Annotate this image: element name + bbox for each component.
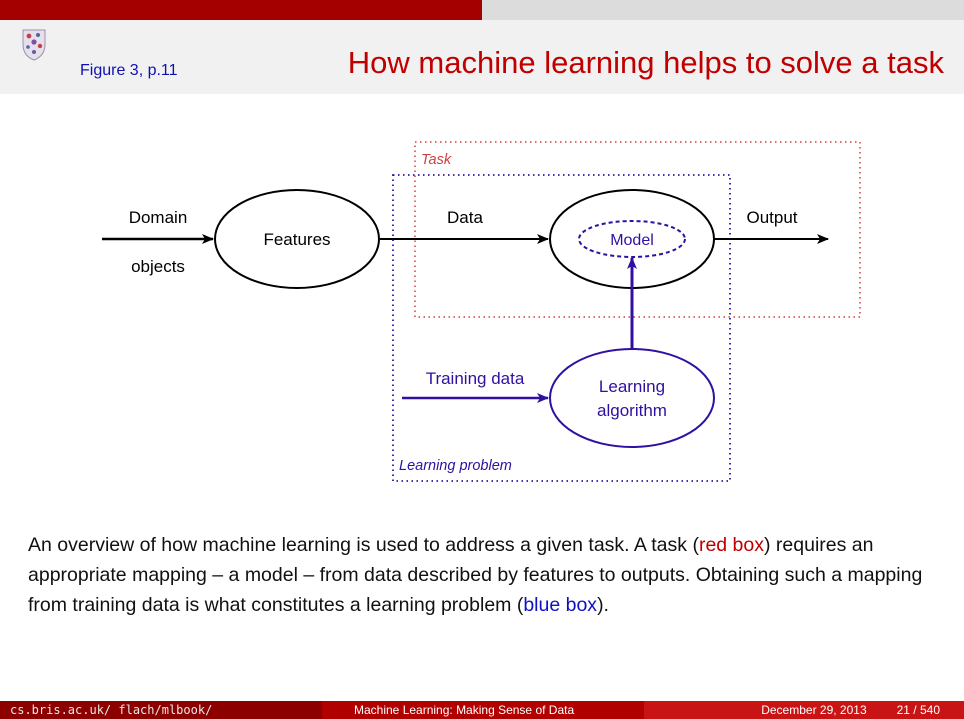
training-data-label: Training data [426,369,525,388]
model-label: Model [610,232,654,249]
caption-red-box: red box [698,534,764,556]
objects-label: objects [131,257,185,276]
university-crest-icon [22,29,46,61]
footer-date: December 29, 2013 [761,703,867,717]
slide-footer: cs.bris.ac.uk/ flach/mlbook/ Machine Lea… [0,701,964,719]
footer-info: December 29, 2013 21 / 540 [644,701,964,719]
figure-reference: Figure 3, p.11 [80,62,178,79]
learning-algorithm-node [549,348,715,448]
top-bar-right [482,0,964,20]
slide-title: How machine learning helps to solve a ta… [347,45,944,80]
data-label: Data [447,208,483,227]
learning-label: Learning [599,377,665,396]
task-label: Task [421,152,452,168]
top-bar-left [0,0,482,20]
caption-part-3: ). [597,594,609,616]
top-progress-bar [0,0,964,20]
figure-caption: An overview of how machine learning is u… [28,530,943,620]
slide: Figure 3, p.11 How machine learning help… [0,0,964,719]
footer-url[interactable]: cs.bris.ac.uk/ flach/mlbook/ [0,701,322,719]
domain-label: Domain [129,208,188,227]
ml-task-diagram: Task Learning problem Domain objects Fea… [102,141,861,482]
features-label: Features [263,230,330,249]
caption-blue-box: blue box [523,594,598,616]
caption-part-1: An overview of how machine learning is u… [28,534,699,556]
algorithm-label: algorithm [597,401,667,420]
learning-problem-label: Learning problem [399,458,512,474]
slide-header: Figure 3, p.11 How machine learning help… [0,20,964,94]
footer-book-title: Machine Learning: Making Sense of Data [322,701,644,719]
output-label: Output [746,208,797,227]
footer-page-number: 21 / 540 [896,703,940,717]
